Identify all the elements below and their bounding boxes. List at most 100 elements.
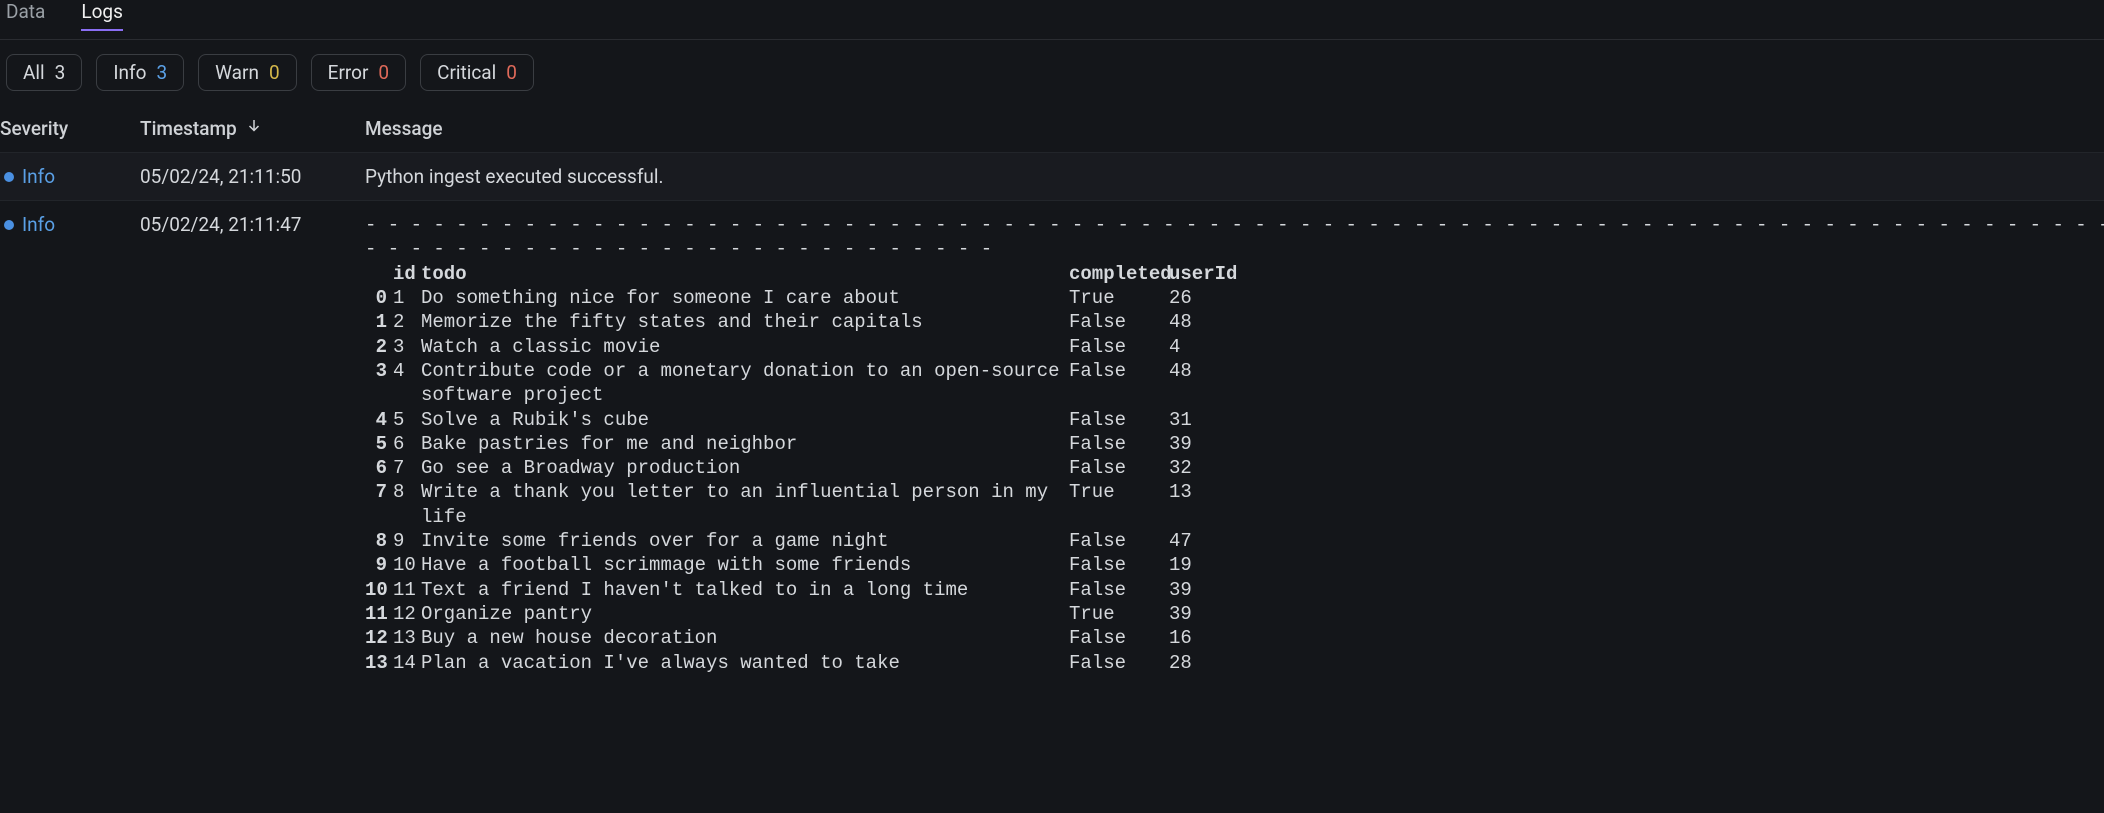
df-userid: 4 [1169, 335, 1225, 359]
df-idx: 0 [365, 286, 393, 310]
df-todo: Organize pantry [421, 602, 1069, 626]
df-userid: 47 [1169, 529, 1225, 553]
df-todo: Contribute code or a monetary donation t… [421, 359, 1069, 408]
tab-bar: Data Logs [0, 0, 2104, 40]
df-id: 10 [393, 553, 421, 577]
df-userid: 39 [1169, 578, 1225, 602]
tab-logs[interactable]: Logs [81, 0, 123, 31]
filter-warn[interactable]: Warn 0 [198, 54, 297, 91]
df-todo: Memorize the fifty states and their capi… [421, 310, 1069, 334]
df-completed: False [1069, 529, 1169, 553]
df-header-userid: userId [1169, 262, 1225, 286]
filter-label: All [23, 61, 45, 84]
df-id: 5 [393, 408, 421, 432]
df-id: 6 [393, 432, 421, 456]
tab-data[interactable]: Data [6, 0, 45, 31]
df-completed: False [1069, 578, 1169, 602]
df-todo: Watch a classic movie [421, 335, 1069, 359]
df-id: 3 [393, 335, 421, 359]
severity-dot-icon [4, 172, 14, 182]
df-todo: Have a football scrimmage with some frie… [421, 553, 1069, 577]
df-id: 1 [393, 286, 421, 310]
df-userid: 48 [1169, 310, 1225, 334]
divider-dashes: - - - - - - - - - - - - - - - - - - - - … [365, 213, 2104, 237]
divider-dashes: - - - - - - - - - - - - - - - - - - - - … [365, 237, 1005, 261]
df-idx: 13 [365, 651, 393, 675]
filter-label: Critical [437, 61, 496, 84]
df-id: 11 [393, 578, 421, 602]
df-completed: False [1069, 335, 1169, 359]
filter-label: Error [328, 61, 369, 84]
severity-label: Info [22, 165, 55, 188]
filter-error[interactable]: Error 0 [311, 54, 406, 91]
df-id: 9 [393, 529, 421, 553]
df-userid: 16 [1169, 626, 1225, 650]
df-completed: True [1069, 480, 1169, 529]
severity-cell: Info [0, 165, 140, 188]
df-header-todo: todo [421, 262, 1069, 286]
filter-info[interactable]: Info 3 [96, 54, 184, 91]
filter-critical[interactable]: Critical 0 [420, 54, 534, 91]
df-userid: 26 [1169, 286, 1225, 310]
df-completed: False [1069, 432, 1169, 456]
df-todo: Text a friend I haven't talked to in a l… [421, 578, 1069, 602]
df-idx: 12 [365, 626, 393, 650]
df-todo: Go see a Broadway production [421, 456, 1069, 480]
df-id: 14 [393, 651, 421, 675]
df-completed: False [1069, 626, 1169, 650]
df-id: 7 [393, 456, 421, 480]
filter-count: 0 [378, 61, 389, 84]
df-id: 12 [393, 602, 421, 626]
filter-label: Info [113, 61, 146, 84]
df-id: 13 [393, 626, 421, 650]
df-userid: 39 [1169, 602, 1225, 626]
df-idx: 9 [365, 553, 393, 577]
filter-bar: All 3 Info 3 Warn 0 Error 0 Critical 0 [0, 40, 2104, 105]
df-completed: False [1069, 651, 1169, 675]
log-row[interactable]: Info 05/02/24, 21:11:50 Python ingest ex… [0, 152, 2104, 200]
df-completed: True [1069, 602, 1169, 626]
df-todo: Bake pastries for me and neighbor [421, 432, 1069, 456]
log-column-header: Severity Timestamp Message [0, 105, 2104, 152]
col-message[interactable]: Message [365, 117, 2104, 140]
timestamp-cell: 05/02/24, 21:11:47 [140, 213, 365, 236]
col-timestamp-label: Timestamp [140, 117, 237, 140]
df-todo: Plan a vacation I've always wanted to ta… [421, 651, 1069, 675]
df-userid: 19 [1169, 553, 1225, 577]
df-todo: Write a thank you letter to an influenti… [421, 480, 1069, 529]
df-idx: 8 [365, 529, 393, 553]
df-id: 8 [393, 480, 421, 529]
timestamp-cell: 05/02/24, 21:11:50 [140, 165, 365, 188]
filter-count: 0 [269, 61, 280, 84]
df-id: 4 [393, 359, 421, 408]
df-userid: 28 [1169, 651, 1225, 675]
severity-label: Info [22, 213, 55, 236]
df-idx: 11 [365, 602, 393, 626]
col-severity[interactable]: Severity [0, 117, 140, 140]
df-idx: 4 [365, 408, 393, 432]
col-timestamp[interactable]: Timestamp [140, 117, 365, 140]
df-todo: Solve a Rubik's cube [421, 408, 1069, 432]
df-userid: 48 [1169, 359, 1225, 408]
df-header-completed: completed [1069, 262, 1169, 286]
df-completed: False [1069, 456, 1169, 480]
df-userid: 39 [1169, 432, 1225, 456]
df-idx: 5 [365, 432, 393, 456]
filter-all[interactable]: All 3 [6, 54, 82, 91]
df-userid: 32 [1169, 456, 1225, 480]
df-completed: False [1069, 310, 1169, 334]
filter-count: 0 [506, 61, 517, 84]
df-completed: False [1069, 408, 1169, 432]
dataframe: id todo completed userId 01Do something … [365, 262, 2104, 675]
df-idx: 3 [365, 359, 393, 408]
filter-label: Warn [215, 61, 259, 84]
df-header-idx [365, 262, 393, 286]
df-idx: 10 [365, 578, 393, 602]
df-completed: False [1069, 553, 1169, 577]
df-todo: Invite some friends over for a game nigh… [421, 529, 1069, 553]
df-userid: 13 [1169, 480, 1225, 529]
df-idx: 1 [365, 310, 393, 334]
log-row[interactable]: Info 05/02/24, 21:11:47 - - - - - - - - … [0, 200, 2104, 687]
filter-count: 3 [55, 61, 66, 84]
df-idx: 2 [365, 335, 393, 359]
